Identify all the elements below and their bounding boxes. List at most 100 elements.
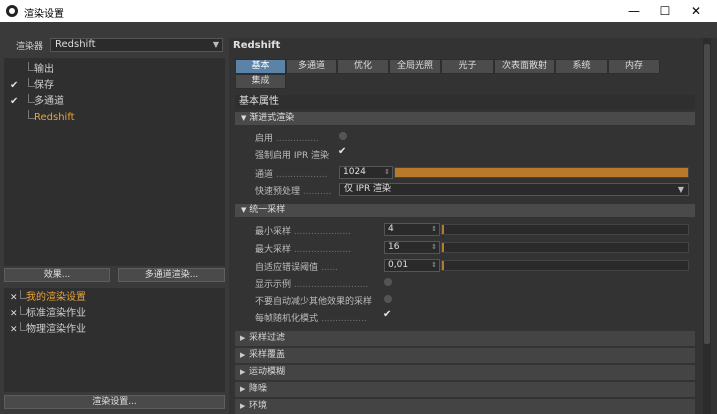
- checkbox-checked-icon[interactable]: ✔: [10, 78, 18, 94]
- minimize-button[interactable]: —: [621, 2, 647, 20]
- list-item-output[interactable]: 输出: [4, 62, 225, 78]
- section-title: 采样过滤: [249, 333, 286, 343]
- enable-checkbox[interactable]: [339, 132, 347, 140]
- min-samples-slider[interactable]: [441, 224, 689, 235]
- app-icon: [6, 5, 18, 17]
- spinner-icon[interactable]: ⇕: [431, 260, 437, 271]
- x-icon: ✕: [10, 325, 18, 335]
- label-text: 每帧随机化模式: [255, 314, 319, 324]
- preview-select[interactable]: 仅 IPR 渲染 ▼: [339, 183, 689, 196]
- settings-label: 标准渲染作业: [26, 308, 86, 319]
- checkbox-checked-icon[interactable]: ✔: [10, 94, 18, 110]
- section-title: 采样覆盖: [249, 350, 286, 360]
- renderer-value: Redshift: [55, 39, 96, 50]
- min-samples-input[interactable]: 4 ⇕: [384, 223, 440, 236]
- threshold-value: 0,01: [388, 260, 409, 270]
- item-label: 输出: [34, 64, 54, 75]
- section-motion-blur[interactable]: ▶ 运动模糊: [235, 364, 695, 380]
- x-icon: ✕: [10, 309, 18, 319]
- passes-input[interactable]: 1024 ⇕: [339, 166, 393, 179]
- slider-fill: [442, 225, 445, 234]
- effects-button[interactable]: 效果...: [4, 268, 110, 282]
- tab-system[interactable]: 系统: [555, 59, 608, 74]
- x-icon: ✕: [10, 293, 18, 303]
- close-button[interactable]: ✕: [683, 2, 709, 20]
- random-pattern-checkbox[interactable]: ✔: [383, 309, 391, 320]
- section-denoise[interactable]: ▶ 降噪: [235, 381, 695, 397]
- max-samples-value: 16: [388, 242, 400, 252]
- section-title: 环境: [249, 401, 268, 411]
- slider-fill: [395, 168, 688, 177]
- left-panel: 渲染器 Redshift ▼ 输出 ✔ 保存 ✔ 多通道 Redshift 效果…: [0, 22, 229, 414]
- multipass-render-button[interactable]: 多通道渲染...: [118, 268, 225, 282]
- chevron-down-icon: ▼: [212, 40, 219, 49]
- render-settings-list: ✕ 我的渲染设置 ✕ 标准渲染作业 ✕ 物理渲染作业: [4, 288, 225, 392]
- settings-item-standard[interactable]: ✕ 标准渲染作业: [4, 306, 225, 322]
- section-progressive[interactable]: ▼ 渐进式渲染: [235, 112, 695, 125]
- tab-integration[interactable]: 集成: [235, 74, 286, 89]
- tab-gi[interactable]: 全局光照: [389, 59, 441, 74]
- passes-slider[interactable]: [394, 167, 689, 178]
- passes-value: 1024: [343, 167, 366, 177]
- scrollbar[interactable]: [703, 38, 711, 414]
- enable-label: 启用 ...............: [255, 134, 319, 144]
- list-item-multipass[interactable]: ✔ 多通道: [4, 94, 225, 110]
- force-ipr-checkbox[interactable]: ✔: [338, 146, 346, 157]
- renderer-label: 渲染器: [16, 42, 44, 52]
- tab-multipass[interactable]: 多通道: [286, 59, 337, 74]
- item-label: 多通道: [34, 96, 64, 107]
- settings-item-physical[interactable]: ✕ 物理渲染作业: [4, 322, 225, 338]
- item-label: Redshift: [34, 112, 75, 123]
- threshold-input[interactable]: 0,01 ⇕: [384, 259, 440, 272]
- no-reduce-label: 不要自动减少其他效果的采样: [255, 297, 373, 307]
- list-item-redshift[interactable]: Redshift: [4, 110, 225, 126]
- max-samples-label: 最大采样 ....................: [255, 245, 352, 255]
- threshold-slider[interactable]: [441, 260, 689, 271]
- section-title: 渐进式渲染: [249, 113, 295, 123]
- section-sample-filter[interactable]: ▶ 采样过滤: [235, 330, 695, 346]
- right-panel: Redshift 基本 多通道 优化 全局光照 光子 次表面散射 系统 内存 集…: [229, 38, 717, 414]
- render-items-list: 输出 ✔ 保存 ✔ 多通道 Redshift: [4, 58, 225, 266]
- threshold-label: 自适应错误阈值 ......: [255, 263, 339, 273]
- max-samples-slider[interactable]: [441, 242, 689, 253]
- triangle-right-icon: ▶: [240, 385, 246, 393]
- render-settings-button[interactable]: 渲染设置...: [4, 395, 225, 409]
- min-samples-value: 4: [388, 224, 394, 234]
- triangle-right-icon: ▶: [240, 368, 246, 376]
- triangle-right-icon: ▶: [240, 334, 246, 342]
- show-samples-checkbox[interactable]: [384, 278, 392, 286]
- maximize-button[interactable]: ☐: [652, 2, 678, 20]
- random-pattern-label: 每帧随机化模式 ................: [255, 314, 367, 324]
- item-label: 保存: [34, 80, 54, 91]
- preview-label: 快速预处理 ..........: [255, 187, 332, 197]
- spinner-icon[interactable]: ⇕: [431, 224, 437, 235]
- label-text: 启用: [255, 134, 274, 144]
- list-item-save[interactable]: ✔ 保存: [4, 78, 225, 94]
- preview-value: 仅 IPR 渲染: [344, 184, 392, 194]
- triangle-right-icon: ▶: [240, 402, 246, 410]
- section-unified-sampling[interactable]: ▼ 统一采样: [235, 204, 695, 217]
- spinner-icon[interactable]: ⇕: [384, 167, 390, 178]
- passes-label: 通道 ..................: [255, 170, 328, 180]
- settings-label: 我的渲染设置: [26, 292, 86, 303]
- tab-optimize[interactable]: 优化: [337, 59, 389, 74]
- window-title: 渲染设置: [24, 9, 64, 20]
- scrollbar-thumb[interactable]: [704, 44, 710, 344]
- tab-photon[interactable]: 光子: [441, 59, 494, 74]
- tab-basic[interactable]: 基本: [235, 59, 286, 74]
- settings-item-my[interactable]: ✕ 我的渲染设置: [4, 290, 225, 306]
- section-environment[interactable]: ▶ 环境: [235, 398, 695, 414]
- section-title: 统一采样: [249, 205, 286, 215]
- triangle-down-icon: ▼: [241, 206, 247, 214]
- renderer-dropdown[interactable]: Redshift ▼: [50, 38, 223, 52]
- label-text: 显示示例: [255, 280, 292, 290]
- spinner-icon[interactable]: ⇕: [431, 242, 437, 253]
- show-samples-label: 显示示例 ..........................: [255, 280, 369, 290]
- panel-header: Redshift: [233, 40, 281, 51]
- tab-sss[interactable]: 次表面散射: [494, 59, 555, 74]
- max-samples-input[interactable]: 16 ⇕: [384, 241, 440, 254]
- tab-memory[interactable]: 内存: [608, 59, 660, 74]
- no-reduce-checkbox[interactable]: [384, 295, 392, 303]
- section-sample-override[interactable]: ▶ 采样覆盖: [235, 347, 695, 363]
- section-title: 运动模糊: [249, 367, 286, 377]
